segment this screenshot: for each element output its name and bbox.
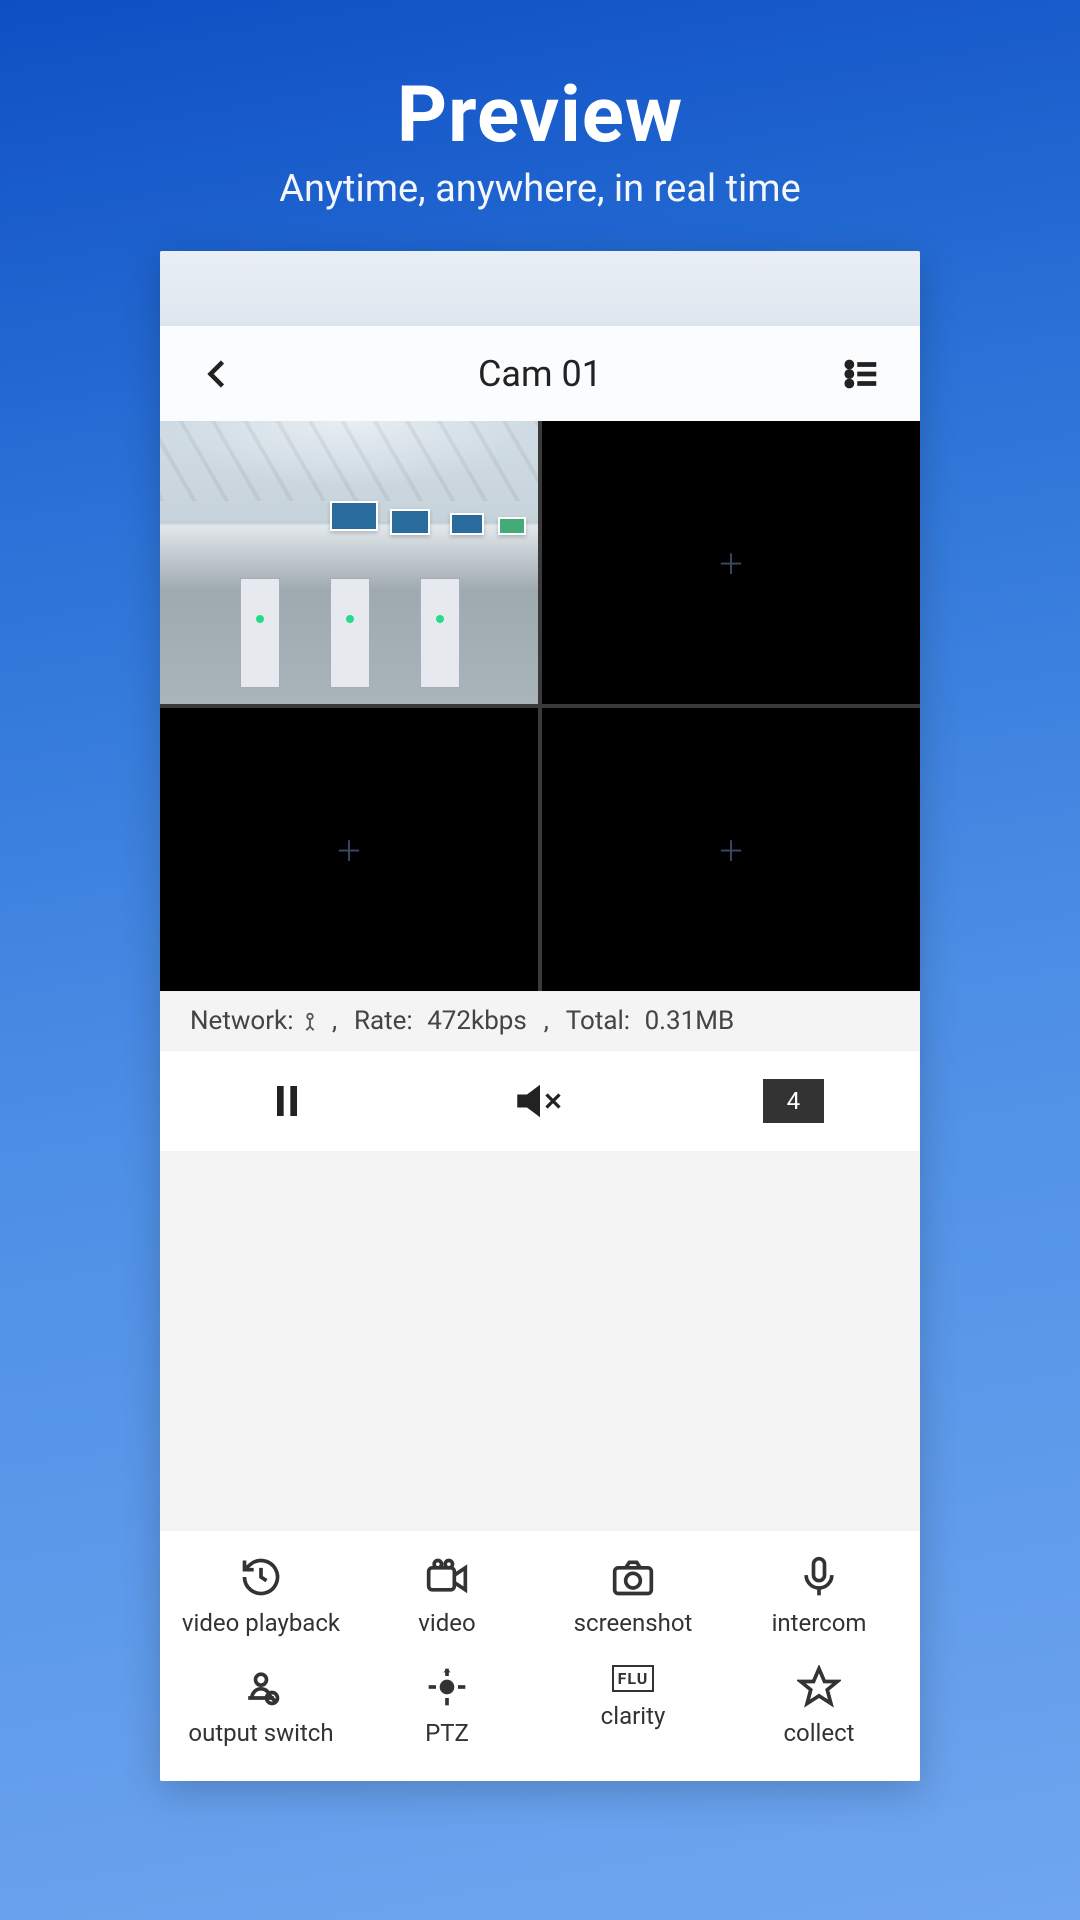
camera-slot-2[interactable]: ＋ [542, 421, 920, 704]
record-video-button[interactable]: video [354, 1555, 540, 1637]
network-label: Network: [190, 1006, 294, 1036]
hero-subtitle: Anytime, anywhere, in real time [279, 167, 800, 211]
add-camera-icon: ＋ [717, 830, 745, 870]
page-title: Cam 01 [248, 353, 832, 395]
tool-label: collect [783, 1719, 854, 1747]
tool-label: output switch [188, 1719, 333, 1747]
layout-button[interactable]: 4 [733, 1079, 853, 1123]
tool-label: video [418, 1609, 475, 1637]
tool-label: video playback [182, 1609, 340, 1637]
star-icon [797, 1665, 841, 1709]
playback-controls: 4 [160, 1051, 920, 1151]
total-value: 0.31MB [645, 1006, 735, 1036]
sep: , [531, 1006, 562, 1036]
tool-label: PTZ [425, 1719, 469, 1747]
hero-title: Preview [279, 70, 800, 161]
clarity-button[interactable]: FLU clarity [540, 1665, 726, 1747]
video-playback-button[interactable]: video playback [168, 1555, 354, 1637]
ptz-button[interactable]: PTZ [354, 1665, 540, 1747]
ptz-icon [425, 1665, 469, 1709]
stream-stats: Network: , Rate: 472kbps , Total: 0.31MB [160, 991, 920, 1051]
pause-button[interactable] [227, 1081, 347, 1121]
camera-icon [611, 1555, 655, 1599]
content-area [160, 1151, 920, 1531]
mute-button[interactable] [480, 1081, 600, 1121]
layout-count: 4 [763, 1079, 825, 1123]
tool-label: screenshot [574, 1609, 693, 1637]
device-list-button[interactable] [832, 344, 892, 404]
alarm-output-icon [239, 1665, 283, 1709]
add-camera-icon: ＋ [717, 543, 745, 583]
screenshot-button[interactable]: screenshot [540, 1555, 726, 1637]
camera-slot-1[interactable] [160, 421, 538, 704]
history-icon [239, 1555, 283, 1599]
marketing-header: Preview Anytime, anywhere, in real time [279, 70, 800, 211]
microphone-icon [797, 1555, 841, 1599]
pause-icon [267, 1081, 307, 1121]
tool-label: clarity [601, 1702, 666, 1730]
bottom-toolbar: video playback video screenshot intercom… [160, 1531, 920, 1781]
video-camera-icon [425, 1555, 469, 1599]
intercom-button[interactable]: intercom [726, 1555, 912, 1637]
back-button[interactable] [188, 344, 248, 404]
tool-label: intercom [772, 1609, 867, 1637]
list-icon [843, 355, 881, 393]
rate-label: Rate: [354, 1006, 413, 1036]
collect-button[interactable]: collect [726, 1665, 912, 1747]
quality-badge-icon: FLU [612, 1665, 655, 1692]
camera-slot-4[interactable]: ＋ [542, 708, 920, 991]
camera-grid: ＋ ＋ ＋ [160, 421, 920, 991]
signal-icon [298, 1009, 322, 1033]
camera-slot-3[interactable]: ＋ [160, 708, 538, 991]
speaker-muted-icon [514, 1081, 566, 1121]
status-bar [160, 251, 920, 326]
phone-frame: Cam 01 ＋ ＋ ＋ Network: , Rate: 472kbps [160, 251, 920, 1781]
add-camera-icon: ＋ [335, 830, 363, 870]
camera-stream [160, 421, 538, 704]
total-label: Total: [566, 1006, 630, 1036]
app-bar: Cam 01 [160, 326, 920, 421]
sep: , [326, 1006, 350, 1036]
rate-value: 472kbps [427, 1006, 527, 1036]
output-switch-button[interactable]: output switch [168, 1665, 354, 1747]
chevron-left-icon [200, 356, 236, 392]
